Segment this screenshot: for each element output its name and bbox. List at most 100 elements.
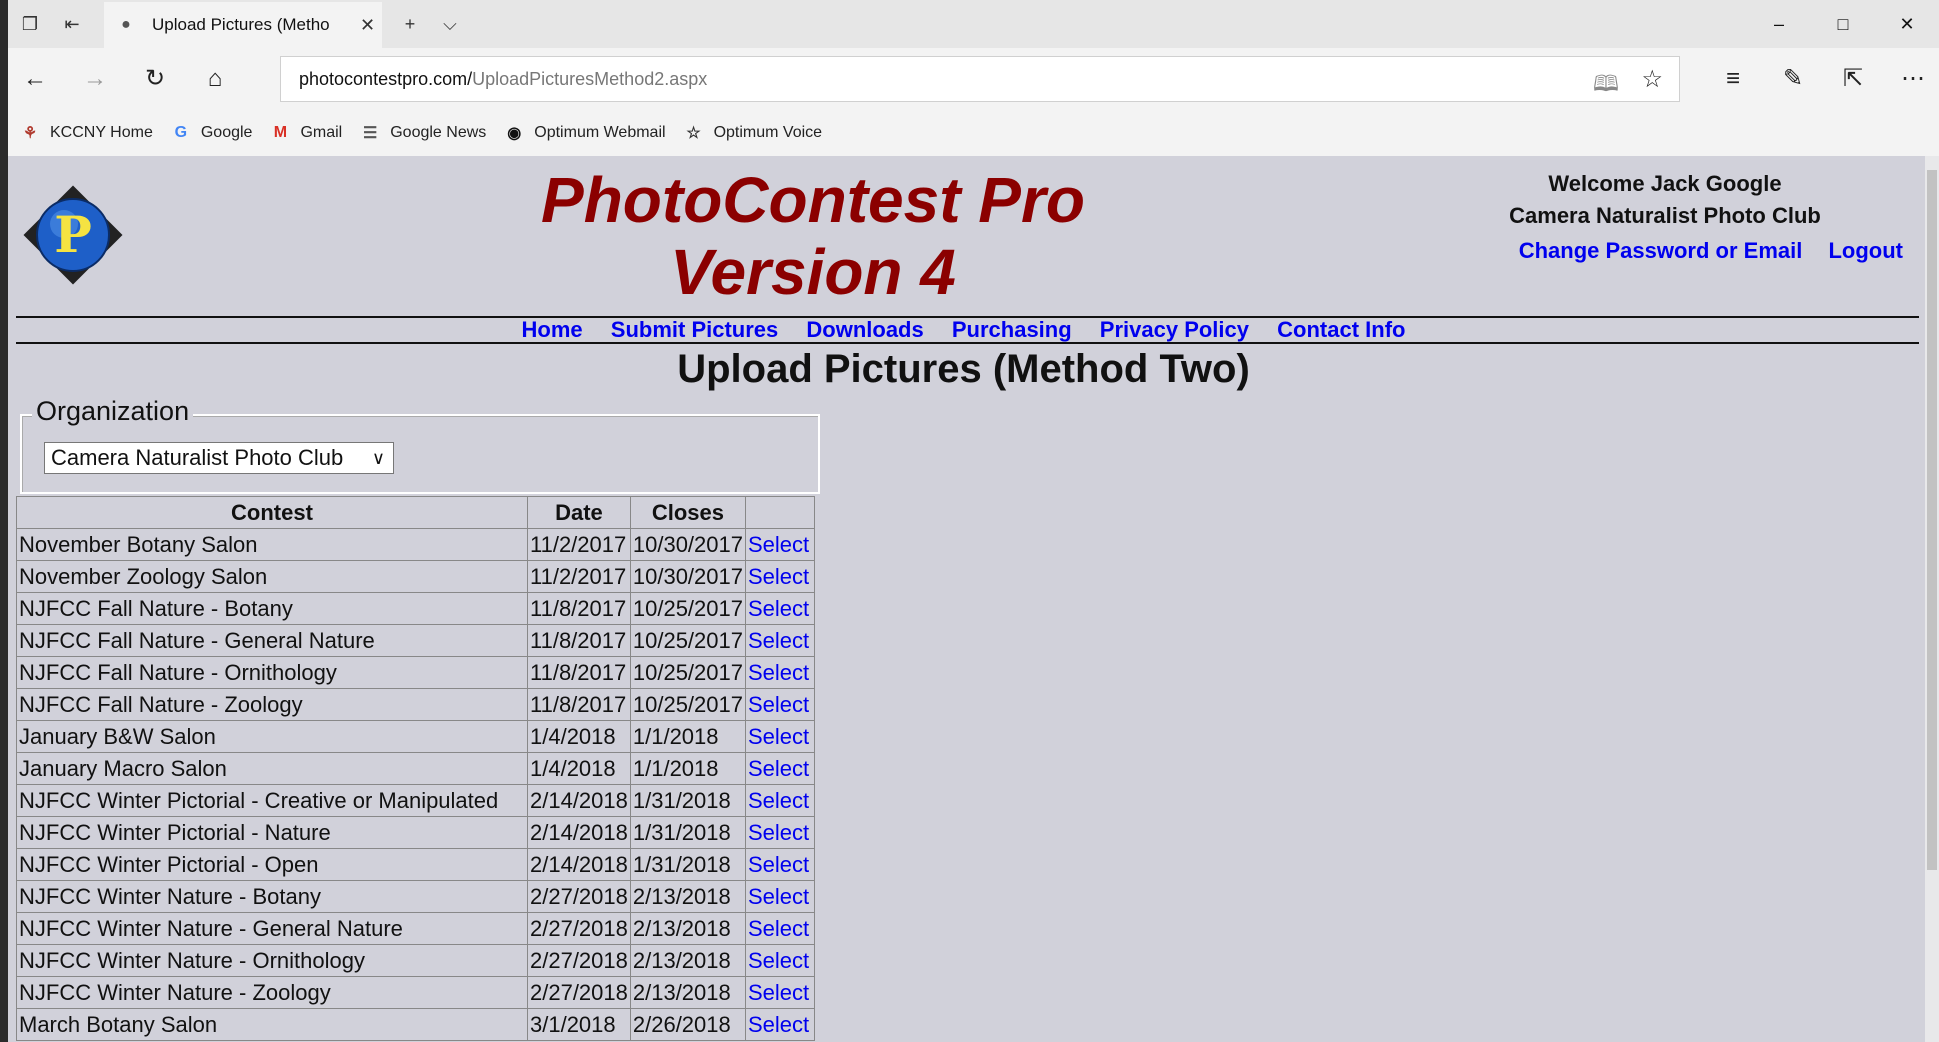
contest-name-cell: November Botany Salon	[16, 528, 528, 561]
contest-closes-cell: 10/30/2017	[629, 528, 746, 561]
account-links: Change Password or Email Logout	[1499, 238, 1903, 264]
minimize-button[interactable]: –	[1747, 0, 1811, 48]
gmail-icon: M	[273, 124, 288, 141]
reading-view-icon[interactable]: 🕮	[1593, 67, 1619, 105]
window-close-button[interactable]: ✕	[1875, 0, 1939, 48]
contest-closes-cell: 1/31/2018	[629, 816, 746, 849]
more-icon[interactable]: ⋯	[1898, 64, 1928, 94]
table-row: November Botany Salon 11/2/2017 10/30/2017…	[16, 528, 815, 561]
favorite-google[interactable]: G Google	[171, 124, 253, 142]
contest-closes-cell: 2/13/2018	[629, 944, 746, 977]
forward-arrow-icon[interactable]: →	[80, 64, 110, 94]
contest-closes-cell: 1/1/2018	[629, 752, 746, 785]
favorites-bar: ⚘ KCCNY Home G Google M Gmail ☰ Google N…	[8, 110, 1939, 156]
table-row: November Zoology Salon 11/2/2017 10/30/201…	[16, 560, 815, 593]
home-icon[interactable]: ⌂	[200, 64, 230, 94]
organization-legend: Organization	[32, 396, 194, 427]
refresh-icon[interactable]: ↻	[140, 64, 170, 94]
new-tab-icon[interactable]: +	[398, 12, 422, 36]
share-icon[interactable]: ⇱	[1838, 64, 1868, 94]
favorite-optimum-webmail[interactable]: ◉ Optimum Webmail	[504, 123, 665, 143]
menu-purchasing[interactable]: Purchasing	[952, 317, 1072, 342]
table-row: NJFCC Fall Nature - Zoology 11/8/2017 10/2…	[16, 688, 815, 721]
tab-manager-icon[interactable]: ❐	[18, 12, 42, 36]
select-link[interactable]: Select	[744, 784, 815, 817]
page-title: Upload Pictures (Method Two)	[677, 347, 1250, 391]
select-link[interactable]: Select	[744, 656, 815, 689]
select-link[interactable]: Select	[744, 1008, 815, 1041]
contest-date-cell: 11/2/2017	[527, 528, 631, 561]
table-row: NJFCC Winter Pictorial - Creative or Man…	[16, 784, 815, 817]
main-menu: Home Submit Pictures Downloads Purchasin…	[8, 316, 1919, 344]
favorite-google-news[interactable]: ☰ Google News	[360, 123, 486, 143]
contest-closes-cell: 2/13/2018	[629, 976, 746, 1009]
change-password-link[interactable]: Change Password or Email	[1519, 238, 1803, 263]
menu-contact-info[interactable]: Contact Info	[1277, 317, 1405, 342]
select-link[interactable]: Select	[744, 816, 815, 849]
select-link[interactable]: Select	[744, 720, 815, 753]
menu-privacy-policy[interactable]: Privacy Policy	[1100, 317, 1249, 342]
contest-closes-cell: 1/31/2018	[629, 848, 746, 881]
favorite-gmail[interactable]: M Gmail	[270, 124, 342, 142]
page-content: P PhotoContest Pro Version 4 Welcome Jac…	[8, 156, 1939, 1042]
welcome-text: Welcome Jack Google	[1548, 171, 1782, 196]
contest-closes-cell: 10/25/2017	[629, 624, 746, 657]
column-header-date: Date	[527, 496, 631, 529]
column-header-closes: Closes	[629, 496, 746, 529]
contest-date-cell: 2/14/2018	[527, 848, 631, 881]
contest-closes-cell: 1/1/2018	[629, 720, 746, 753]
contest-date-cell: 2/27/2018	[527, 976, 631, 1009]
menu-submit-pictures[interactable]: Submit Pictures	[611, 317, 778, 342]
select-link[interactable]: Select	[744, 976, 815, 1009]
kccny-icon: ⚘	[22, 125, 38, 142]
back-arrow-icon[interactable]: ←	[20, 64, 50, 94]
select-link[interactable]: Select	[744, 592, 815, 625]
scrollbar-thumb[interactable]	[1927, 170, 1937, 870]
organization-select[interactable]: Camera Naturalist Photo Club ∨	[44, 442, 394, 474]
select-link[interactable]: Select	[744, 848, 815, 881]
svg-text:P: P	[54, 205, 92, 264]
chevron-down-icon[interactable]: ⌵	[438, 12, 462, 36]
maximize-button[interactable]: □	[1811, 0, 1875, 48]
contest-closes-cell: 10/30/2017	[629, 560, 746, 593]
favorite-star-icon[interactable]: ☆	[1641, 65, 1663, 94]
chevron-down-icon: ∨	[371, 448, 385, 468]
contest-name-cell: NJFCC Winter Nature - Zoology	[16, 976, 528, 1009]
select-link[interactable]: Select	[744, 752, 815, 785]
select-link[interactable]: Select	[744, 560, 815, 593]
contest-name-cell: NJFCC Winter Nature - General Nature	[16, 912, 528, 945]
star-icon: ☆	[686, 125, 701, 142]
favorite-optimum-voice[interactable]: ☆ Optimum Voice	[684, 123, 822, 143]
menu-downloads[interactable]: Downloads	[806, 317, 923, 342]
contest-date-cell: 11/8/2017	[527, 688, 631, 721]
column-header-contest: Contest	[16, 496, 528, 529]
logout-link[interactable]: Logout	[1828, 238, 1903, 263]
select-link[interactable]: Select	[744, 528, 815, 561]
select-link[interactable]: Select	[744, 912, 815, 945]
table-row: NJFCC Winter Nature - General Nature 2/27…	[16, 912, 815, 945]
table-row: NJFCC Winter Nature - Botany 2/27/2018 2/1…	[16, 880, 815, 913]
table-row: NJFCC Winter Nature - Ornithology 2/27/20…	[16, 944, 815, 977]
address-bar[interactable]: photocontestpro.com/UploadPicturesMethod…	[280, 56, 1680, 102]
favorites-hub-icon[interactable]: ≡	[1718, 64, 1748, 94]
contest-date-cell: 11/8/2017	[527, 656, 631, 689]
table-row: NJFCC Winter Pictorial - Open 2/14/2018 1/…	[16, 848, 815, 881]
contest-closes-cell: 2/13/2018	[629, 880, 746, 913]
tab-active[interactable]: ● Upload Pictures (Metho ✕	[104, 2, 382, 48]
logo-icon: P	[23, 185, 123, 285]
favorite-kccny-home[interactable]: ⚘ KCCNY Home	[20, 123, 153, 143]
select-link[interactable]: Select	[744, 880, 815, 913]
menu-home[interactable]: Home	[522, 317, 583, 342]
organization-select-value: Camera Naturalist Photo Club	[51, 445, 344, 470]
club-name: Camera Naturalist Photo Club	[1509, 203, 1821, 228]
close-icon[interactable]: ✕	[360, 15, 375, 36]
select-link[interactable]: Select	[744, 688, 815, 721]
select-link[interactable]: Select	[744, 624, 815, 657]
navigation-bar: ← → ↻ ⌂ photocontestpro.com/UploadPictur…	[8, 48, 1939, 110]
contest-name-cell: NJFCC Winter Pictorial - Creative or Man…	[16, 784, 528, 817]
contest-name-cell: November Zoology Salon	[16, 560, 528, 593]
pen-icon[interactable]: ✎	[1778, 64, 1808, 94]
select-link[interactable]: Select	[744, 944, 815, 977]
set-tabs-aside-icon[interactable]: ⇤	[60, 12, 84, 36]
scrollbar[interactable]	[1925, 156, 1939, 1042]
